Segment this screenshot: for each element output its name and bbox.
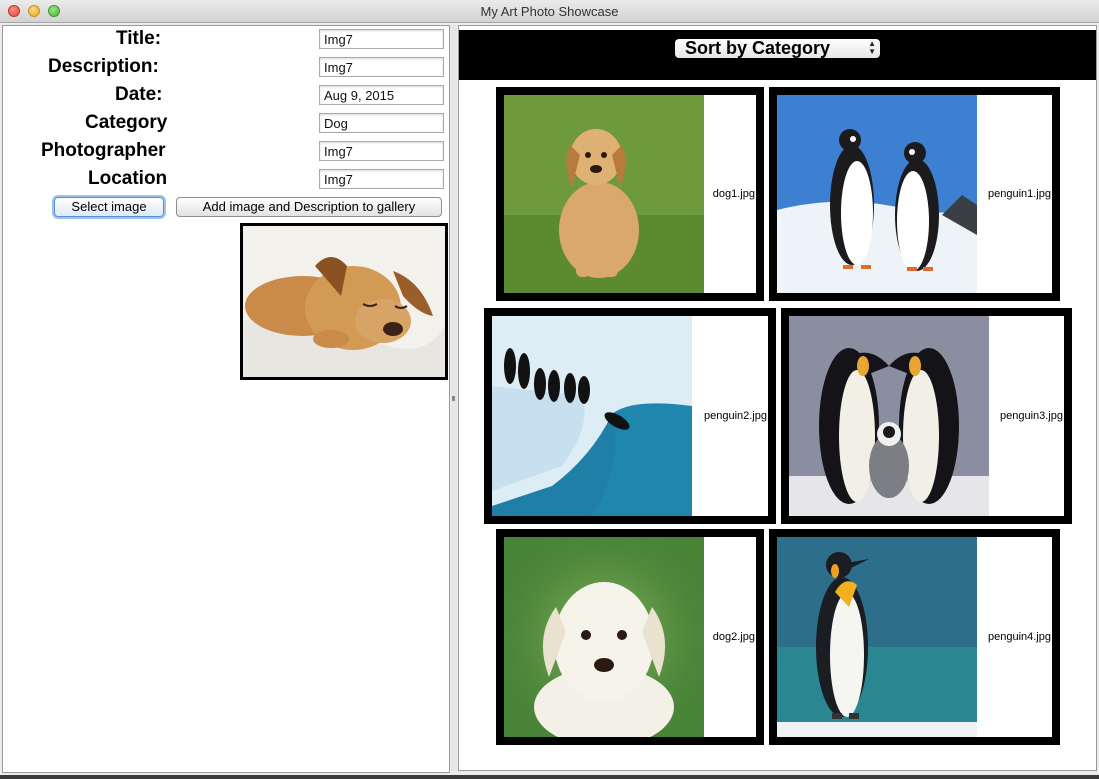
- penguin1-filename: penguin1.jpg: [987, 188, 1051, 200]
- puppy-on-grass-image: [504, 95, 704, 293]
- input-panel: Title: Description: Date: Category Photo…: [2, 25, 450, 773]
- photographer-label: Photographer: [41, 140, 166, 161]
- sort-dropdown[interactable]: Sort by Category ▲ ▼: [675, 39, 880, 58]
- dog1-thumbnail: [504, 95, 704, 293]
- penguin4-thumbnail: [777, 537, 977, 737]
- location-field[interactable]: [319, 169, 444, 189]
- add-to-gallery-button[interactable]: Add image and Description to gallery: [176, 197, 442, 217]
- penguin3-filename: penguin3.jpg: [999, 410, 1063, 422]
- penguin4-filename: penguin4.jpg: [987, 631, 1051, 643]
- title-bar: My Art Photo Showcase: [0, 0, 1099, 23]
- photographer-field[interactable]: [319, 141, 444, 161]
- select-image-button[interactable]: Select image: [54, 197, 164, 217]
- date-label: Date:: [115, 84, 163, 105]
- penguin3-thumbnail: [789, 316, 989, 516]
- gallery-item[interactable]: penguin4.jpg: [769, 529, 1060, 745]
- description-label: Description:: [48, 56, 159, 77]
- dog2-thumbnail: [504, 537, 704, 737]
- dog1-filename: dog1.jpg: [712, 188, 755, 200]
- gallery-panel: Sort by Category ▲ ▼ dog1.jpg penguin1.j…: [458, 25, 1097, 771]
- gallery-header: Sort by Category ▲ ▼: [459, 30, 1096, 80]
- sort-dropdown-label: Sort by Category: [685, 38, 831, 58]
- divider-grip-icon: [452, 396, 455, 401]
- sleeping-puppy-image: [243, 226, 445, 377]
- description-field[interactable]: [319, 57, 444, 77]
- gallery-item[interactable]: penguin1.jpg: [769, 87, 1060, 301]
- category-field[interactable]: [319, 113, 444, 133]
- penguins-on-ice-image: [492, 316, 692, 516]
- king-penguin-image: [777, 537, 977, 737]
- app-window: My Art Photo Showcase Title: Description…: [0, 0, 1099, 775]
- white-puppy-image: [504, 537, 704, 737]
- penguin2-filename: penguin2.jpg: [703, 410, 767, 422]
- gallery-item[interactable]: dog1.jpg: [496, 87, 764, 301]
- title-field[interactable]: [319, 29, 444, 49]
- gallery-item[interactable]: dog2.jpg: [496, 529, 764, 745]
- two-penguins-image: [777, 95, 977, 293]
- emperor-penguin-family-image: [789, 316, 989, 516]
- penguin1-thumbnail: [777, 95, 977, 293]
- location-label: Location: [88, 168, 168, 189]
- penguin2-thumbnail: [492, 316, 692, 516]
- gallery-item[interactable]: penguin2.jpg: [484, 308, 776, 524]
- dog2-filename: dog2.jpg: [712, 631, 755, 643]
- dropdown-arrows-icon: ▲ ▼: [868, 39, 876, 56]
- gallery-item[interactable]: penguin3.jpg: [781, 308, 1072, 524]
- date-field[interactable]: [319, 85, 444, 105]
- selected-image-preview: [240, 223, 448, 380]
- window-title: My Art Photo Showcase: [480, 4, 619, 19]
- title-label: Title:: [116, 28, 162, 49]
- category-label: Category: [85, 112, 168, 133]
